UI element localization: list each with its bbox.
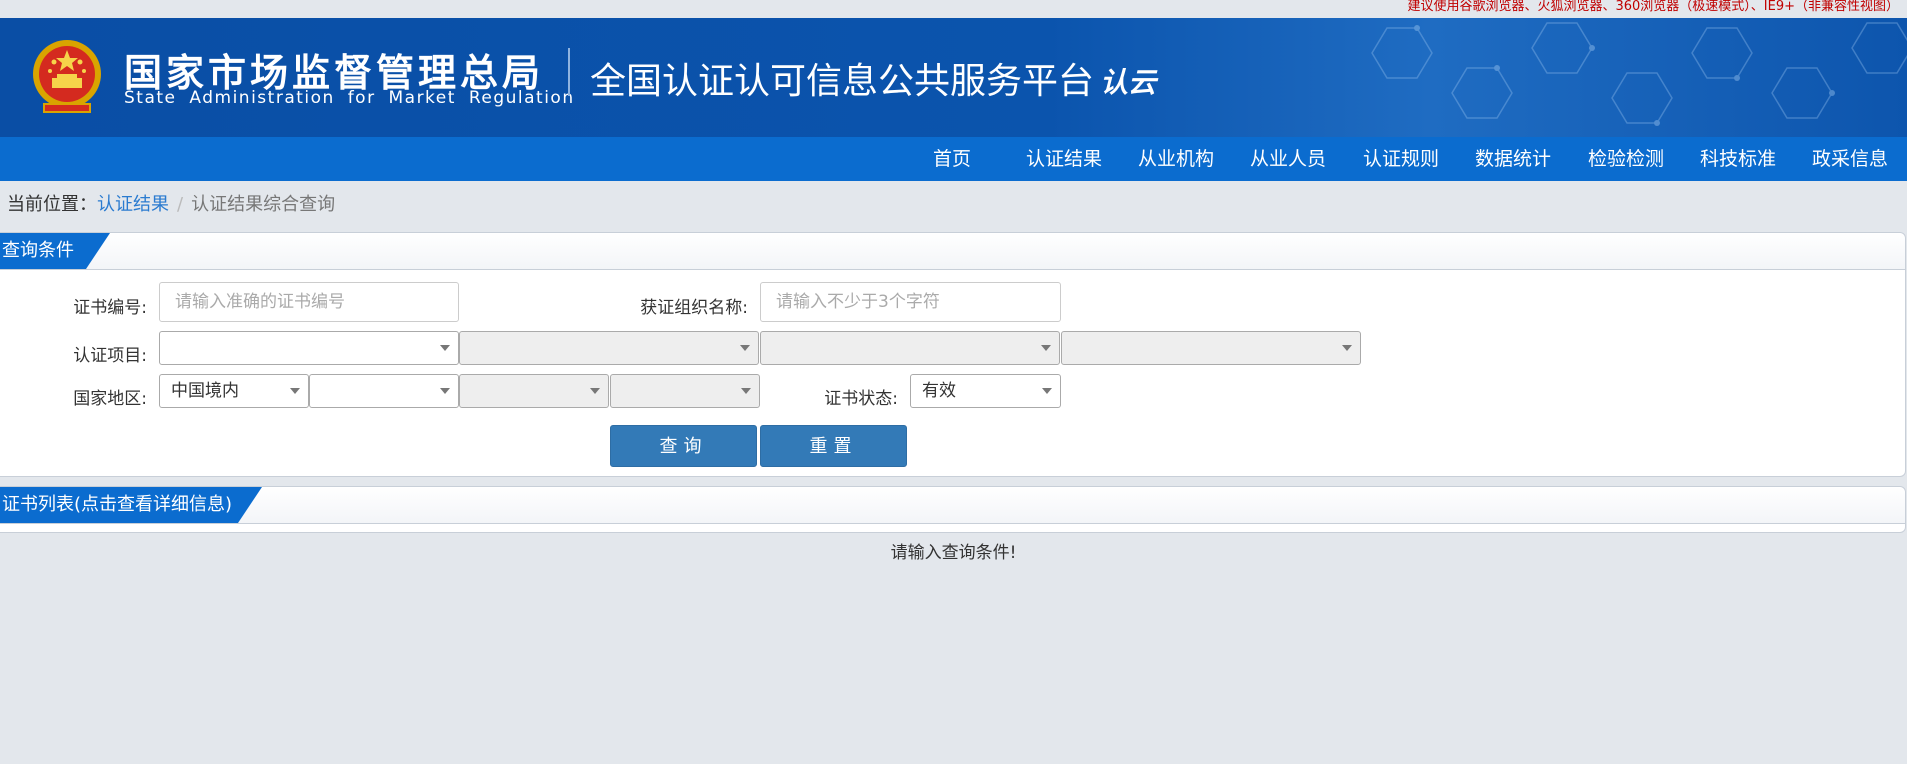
nav-item-inspection[interactable]: 检验检测 — [1588, 137, 1664, 181]
chevron-down-icon — [590, 388, 600, 394]
cert-project-select-1[interactable] — [159, 331, 459, 365]
org-name-label: 获证组织名称: — [640, 298, 748, 318]
search-button[interactable]: 查询 — [610, 425, 757, 467]
renyun-brand-logo: 认云 — [1100, 66, 1159, 99]
breadcrumb-link-cert-results[interactable]: 认证结果 — [97, 194, 169, 215]
reset-button[interactable]: 重置 — [760, 425, 907, 467]
breadcrumb-current: 认证结果综合查询 — [191, 194, 336, 215]
chevron-down-icon — [740, 345, 750, 351]
results-panel-title: 证书列表(点击查看详细信息) — [0, 487, 262, 523]
hexagon-pattern-decoration — [1371, 22, 1907, 126]
nav-item-procurement[interactable]: 政采信息 — [1812, 137, 1888, 181]
chevron-down-icon — [290, 388, 300, 394]
browser-notice-text: 建议使用谷歌浏览器、火狐浏览器、360浏览器（极速模式）、IE9+（非兼容性视图… — [1407, 0, 1899, 14]
nav-item-home[interactable]: 首页 — [933, 137, 971, 181]
breadcrumb: 当前位置：认证结果 / 认证结果综合查询 — [7, 190, 335, 216]
results-panel-header: 证书列表(点击查看详细信息) — [0, 487, 1905, 524]
header-divider — [568, 48, 570, 96]
breadcrumb-prefix: 当前位置： — [7, 194, 97, 215]
browser-notice-bar: 建议使用谷歌浏览器、火狐浏览器、360浏览器（极速模式）、IE9+（非兼容性视图… — [0, 0, 1907, 18]
nav-item-cert-rules[interactable]: 认证规则 — [1363, 137, 1439, 181]
chevron-down-icon — [440, 345, 450, 351]
results-panel: 证书列表(点击查看详细信息) — [0, 486, 1906, 533]
cert-project-select-3[interactable] — [760, 331, 1060, 365]
region-select-country[interactable]: 中国境内 — [159, 374, 309, 408]
empty-results-message: 请输入查询条件! — [890, 543, 1017, 563]
site-header: 国家市场监督管理总局 State Administration for Mark… — [0, 18, 1907, 137]
region-select-district[interactable] — [610, 374, 760, 408]
platform-title: 全国认证认可信息公共服务平台 — [590, 61, 1095, 102]
query-panel-header: 查询条件 — [0, 233, 1905, 270]
chevron-down-icon — [1041, 345, 1051, 351]
cert-project-select-2[interactable] — [459, 331, 759, 365]
region-label: 国家地区: — [73, 389, 147, 409]
nav-item-standards[interactable]: 科技标准 — [1700, 137, 1776, 181]
chevron-down-icon — [1342, 345, 1352, 351]
nav-item-institutions[interactable]: 从业机构 — [1138, 137, 1214, 181]
chevron-down-icon — [741, 388, 751, 394]
query-panel: 查询条件 证书编号: 获证组织名称: 认证项目: 国家地区: 中国境内 证书状态… — [0, 232, 1906, 477]
nav-item-personnel[interactable]: 从业人员 — [1250, 137, 1326, 181]
cert-status-label: 证书状态: — [824, 389, 898, 409]
nav-item-cert-results[interactable]: 认证结果 — [1026, 137, 1102, 181]
cert-status-select[interactable]: 有效 — [910, 374, 1061, 408]
cert-project-select-4[interactable] — [1061, 331, 1361, 365]
main-nav: 首页 认证结果 从业机构 从业人员 认证规则 数据统计 检验检测 科技标准 政采… — [0, 137, 1907, 181]
chevron-down-icon — [440, 388, 450, 394]
breadcrumb-separator: / — [177, 194, 184, 215]
region-select-city[interactable] — [459, 374, 609, 408]
query-panel-title: 查询条件 — [0, 233, 110, 269]
org-name-input[interactable] — [760, 282, 1061, 322]
org-name-en: State Administration for Market Regulati… — [124, 88, 575, 108]
cert-project-label: 认证项目: — [73, 346, 147, 366]
chevron-down-icon — [1042, 388, 1052, 394]
cert-no-label: 证书编号: — [73, 298, 147, 318]
national-emblem-icon — [33, 40, 101, 113]
cert-no-input[interactable] — [159, 282, 459, 322]
nav-item-statistics[interactable]: 数据统计 — [1475, 137, 1551, 181]
region-select-province[interactable] — [309, 374, 459, 408]
svg-text:认云: 认云 — [1100, 66, 1159, 99]
